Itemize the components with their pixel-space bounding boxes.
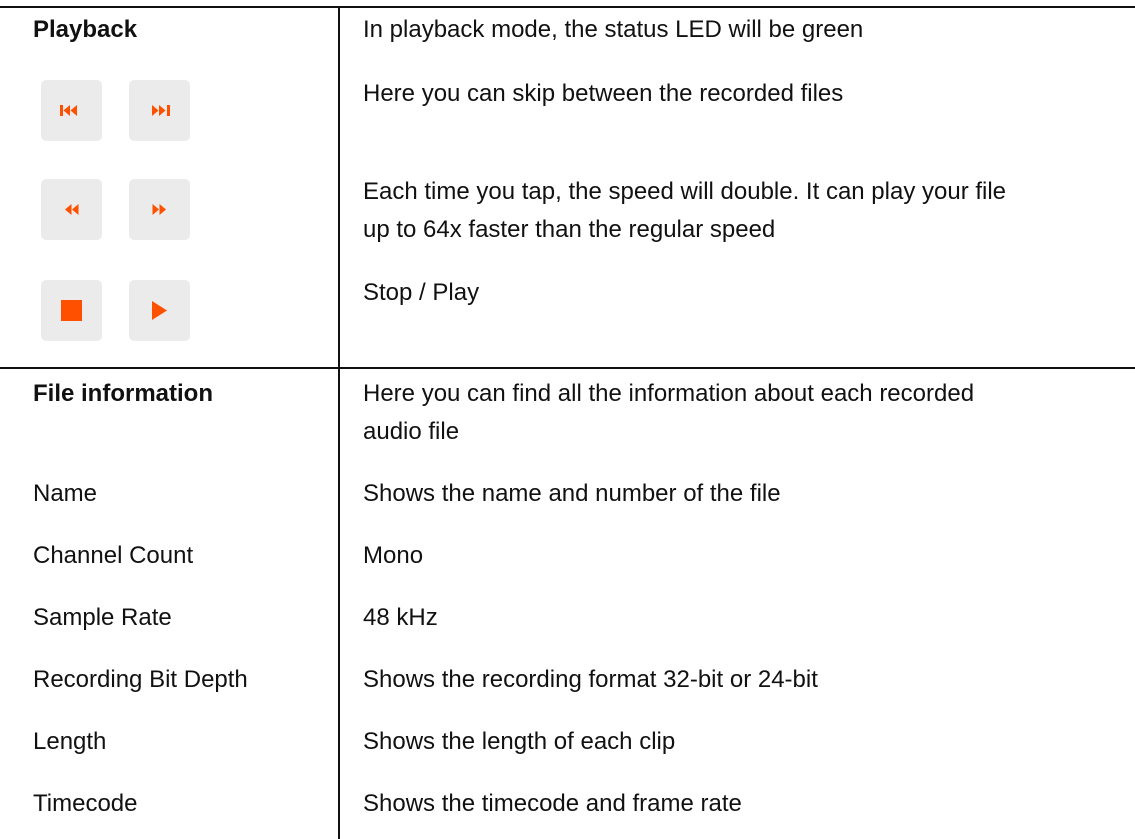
row-label-sample-rate: Sample Rate bbox=[33, 604, 172, 631]
row-value-length: Shows the length of each clip bbox=[363, 728, 676, 755]
row-label-channel-count: Channel Count bbox=[33, 542, 194, 569]
file-info-desc-line2: audio file bbox=[363, 418, 460, 445]
skip-forward-icon bbox=[152, 105, 170, 116]
stop-play-desc: Stop / Play bbox=[363, 279, 480, 306]
stop-icon bbox=[61, 300, 82, 321]
skip-forward-button[interactable] bbox=[129, 80, 190, 141]
play-icon bbox=[152, 301, 167, 320]
row-value-bit-depth: Shows the recording format 32-bit or 24-… bbox=[363, 666, 818, 693]
section-divider bbox=[0, 367, 1135, 369]
row-value-name: Shows the name and number of the file bbox=[363, 480, 781, 507]
table-top-border bbox=[0, 6, 1135, 8]
stop-button[interactable] bbox=[41, 280, 102, 341]
row-label-timecode: Timecode bbox=[33, 790, 138, 817]
file-info-desc-line1: Here you can find all the information ab… bbox=[363, 380, 975, 407]
skip-back-icon bbox=[60, 105, 77, 116]
row-value-timecode: Shows the timecode and frame rate bbox=[363, 790, 742, 817]
play-button[interactable] bbox=[129, 280, 190, 341]
column-divider bbox=[338, 6, 340, 839]
speed-desc-line2: up to 64x faster than the regular speed bbox=[363, 216, 776, 243]
manual-table: Playback In playback mode, the status LE… bbox=[0, 0, 1135, 839]
file-info-heading: File information bbox=[33, 380, 213, 407]
fast-forward-icon bbox=[152, 204, 166, 215]
playback-status-desc: In playback mode, the status LED will be… bbox=[363, 16, 864, 43]
skip-back-button[interactable] bbox=[41, 80, 102, 141]
row-value-sample-rate: 48 kHz bbox=[363, 604, 438, 631]
rewind-button[interactable] bbox=[41, 179, 102, 240]
playback-heading: Playback bbox=[33, 16, 138, 43]
fast-forward-button[interactable] bbox=[129, 179, 190, 240]
row-value-channel-count: Mono bbox=[363, 542, 424, 569]
row-label-length: Length bbox=[33, 728, 107, 755]
row-label-bit-depth: Recording Bit Depth bbox=[33, 666, 248, 693]
speed-desc-line1: Each time you tap, the speed will double… bbox=[363, 178, 1007, 205]
row-label-name: Name bbox=[33, 480, 98, 507]
rewind-icon bbox=[65, 204, 79, 215]
skip-desc: Here you can skip between the recorded f… bbox=[363, 80, 844, 107]
